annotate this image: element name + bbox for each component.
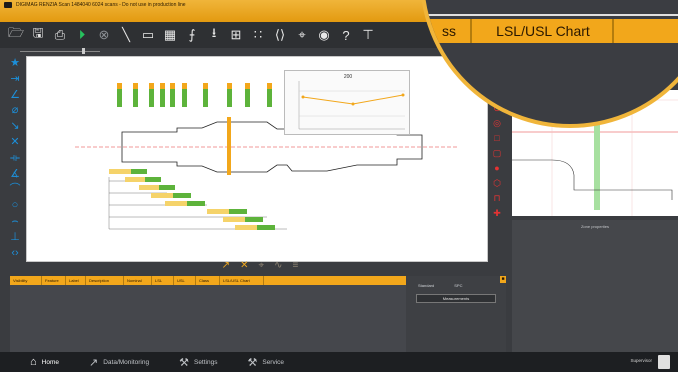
align-icon[interactable]: ⨍ <box>182 25 202 45</box>
measure-line-icon[interactable]: ╲ <box>116 25 136 45</box>
nav-home[interactable]: ⌂ Home <box>30 356 59 368</box>
dimension-tags <box>117 83 272 107</box>
perpendicular-icon[interactable]: ⊥ <box>6 230 24 246</box>
frame-icon[interactable]: ▭ <box>138 25 158 45</box>
crosshair-icon[interactable]: ⌖ <box>292 25 312 45</box>
code-icon[interactable]: ⟨⟩ <box>270 25 290 45</box>
col-feature[interactable]: Feature <box>42 276 66 285</box>
eye-icon[interactable]: ◉ <box>314 25 334 45</box>
drawing-canvas[interactable]: ✎ <box>26 56 493 312</box>
folder-open-icon[interactable]: 🗁 <box>6 25 26 45</box>
zone-properties-label: Zone properties <box>580 224 609 229</box>
radius-icon[interactable]: ⌒ <box>6 182 24 198</box>
circle-icon[interactable]: ○ <box>6 198 24 214</box>
zoom-slider-track <box>20 51 100 52</box>
mini-chart-title: 200 <box>344 74 353 80</box>
width-icon[interactable]: ⟛ <box>6 151 24 167</box>
col-usl[interactable]: USL <box>174 276 196 285</box>
arc-icon[interactable]: ⌢ <box>6 214 24 230</box>
service-icon: ⚒ <box>247 356 258 369</box>
star-icon[interactable]: ★ <box>6 56 24 72</box>
main-toolbar: 🗁 🖫 ⎙ ⏵ ⊗ ╲ ▭ ▦ ⨍ ⭳ ⊞ ∷ ⟨⟩ ⌖ ◉ ? ⊤ <box>0 22 440 48</box>
col-nominal[interactable]: Nominal <box>124 276 152 285</box>
arrow-right-icon[interactable]: ⇥ <box>6 72 24 88</box>
part-drawing <box>75 83 457 230</box>
home-icon: ⌂ <box>30 356 37 368</box>
settings-icon: ⚒ <box>179 356 189 369</box>
tab-standard[interactable]: Standard <box>418 283 434 288</box>
dimension-icon[interactable]: ∷ <box>248 25 268 45</box>
stop-icon[interactable]: ⊗ <box>94 25 114 45</box>
angle-icon[interactable]: ∠ <box>6 88 24 104</box>
bookmark-icon[interactable]: ⊞ <box>226 25 246 45</box>
print-icon[interactable]: ⎙ <box>50 25 70 45</box>
zoom-slider-knob[interactable] <box>82 48 85 54</box>
nav-service[interactable]: ⚒ Service <box>247 356 284 369</box>
table-header: Visibility Feature Label Description Nom… <box>10 276 406 285</box>
nav-settings-label: Settings <box>193 358 218 366</box>
rect-tool-icon[interactable]: □ <box>494 131 499 146</box>
col-lsl-usl-chart[interactable]: LSL/USL Chart <box>220 276 264 285</box>
left-toolbar: ★ ⇥ ∠ ⌀ ↘ ✕ ⟛ ∡ ⌒ ○ ⌢ ⊥ ‹› <box>4 56 26 259</box>
mini-chart: 200 <box>284 70 410 135</box>
measurement-tabs: Standard SPC <box>406 276 506 288</box>
user-label: Supervisor <box>630 358 652 363</box>
plus-tool-icon[interactable]: ✚ <box>493 206 501 221</box>
user-icon[interactable] <box>658 355 670 369</box>
play-icon[interactable]: ⏵ <box>72 25 92 45</box>
tool-icon[interactable]: ⊤ <box>358 25 378 45</box>
download-icon[interactable]: ⭳ <box>204 25 224 45</box>
canvas-bottom-icons: ↗ ✕ ⌖ ∿ ≡ <box>190 258 330 272</box>
col-visibility[interactable]: Visibility <box>10 276 42 285</box>
nav-service-label: Service <box>262 358 285 366</box>
app-window: { "window": {"title": "DIGIMAG RENZIA Sc… <box>0 0 678 372</box>
measurements-panel: Standard SPC Measurements ■ <box>406 276 506 352</box>
tab-spc[interactable]: SPC <box>454 283 462 288</box>
bottom-nav: ⌂ Home ↗ Data/Monitoring ⚒ Settings ⚒ Se… <box>0 352 678 372</box>
feature-table: Visibility Feature Label Description Nom… <box>10 276 406 352</box>
col-label[interactable]: Label <box>66 276 86 285</box>
diameter-icon[interactable]: ⌀ <box>6 103 24 119</box>
zone-properties-panel: Zone properties <box>512 220 678 352</box>
magnifier-line <box>424 14 678 16</box>
cross-tool-icon[interactable]: ✕ <box>240 260 248 271</box>
magnifier-tab-left[interactable]: ss <box>424 19 472 43</box>
col-class[interactable]: Class <box>196 276 220 285</box>
zoom-slider[interactable] <box>20 48 100 54</box>
nav-data-monitoring[interactable]: ↗ Data/Monitoring <box>89 356 149 369</box>
col-description[interactable]: Description <box>86 276 124 285</box>
panel-close-icon[interactable]: ■ <box>500 276 506 283</box>
cross-icon[interactable]: ✕ <box>6 135 24 151</box>
nav-settings[interactable]: ⚒ Settings <box>179 356 217 369</box>
angle-measure-icon[interactable]: ∡ <box>6 167 24 183</box>
save-icon[interactable]: 🖫 <box>28 25 48 45</box>
col-lsl[interactable]: LSL <box>152 276 174 285</box>
bracket-tool-icon[interactable]: ⊓ <box>493 191 500 206</box>
nav-data-label: Data/Monitoring <box>103 358 150 366</box>
nav-home-label: Home <box>41 358 59 366</box>
help-icon[interactable]: ? <box>336 25 356 45</box>
ring-tool-icon[interactable]: ◎ <box>493 116 501 131</box>
wave-tool-icon[interactable]: ∿ <box>274 260 282 271</box>
measurements-button[interactable]: Measurements <box>416 294 496 303</box>
chart-icon: ↗ <box>89 356 99 369</box>
target-tool-icon[interactable]: ⌖ <box>258 260 264 271</box>
arrow-tool-icon[interactable]: ↗ <box>222 260 230 271</box>
app-icon <box>4 2 12 8</box>
bars-tool-icon[interactable]: ≡ <box>292 260 298 271</box>
arrow-down-icon[interactable]: ↘ <box>6 119 24 135</box>
hex-tool-icon[interactable]: ⬡ <box>493 176 501 191</box>
magnifier-tab-chart[interactable]: LSL/USL Chart <box>474 19 614 43</box>
point-tool-icon[interactable]: ● <box>494 161 499 176</box>
dimension-labels <box>109 169 275 230</box>
code-side-icon[interactable]: ‹› <box>6 246 24 262</box>
window-title: DIGIMAG RENZIA Scan 1484040 6024 scans -… <box>16 2 186 8</box>
grid-icon[interactable]: ▦ <box>160 25 180 45</box>
mini-chart-svg: 200 <box>298 74 405 130</box>
square-tool-icon[interactable]: ▢ <box>493 146 502 161</box>
